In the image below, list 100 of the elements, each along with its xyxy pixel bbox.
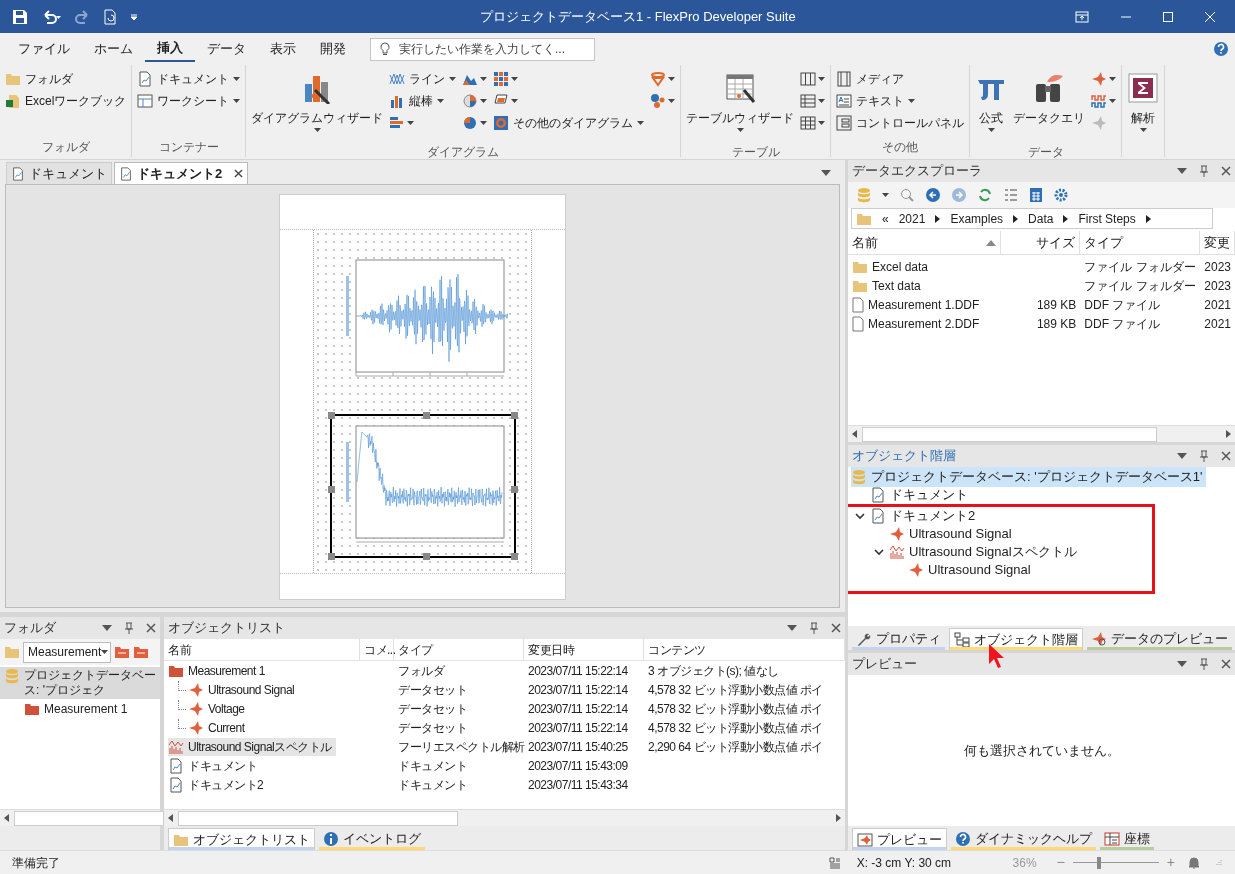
list-item[interactable]: ドキュメント2	[168, 775, 268, 794]
resize-handle[interactable]	[422, 412, 430, 419]
resize-handle[interactable]	[327, 553, 335, 560]
slider-thumb[interactable]	[1096, 856, 1101, 869]
breadcrumb-item[interactable]: 2021	[898, 209, 926, 228]
column-header[interactable]: サイズ	[1000, 231, 1081, 254]
pin-icon	[1199, 658, 1209, 670]
ribbon-button[interactable]: テーブルウィザード	[684, 68, 797, 142]
menu-tab[interactable]: データ	[195, 36, 258, 62]
breadcrumb-item[interactable]: Data	[1028, 209, 1054, 228]
resize-grip-icon	[1213, 857, 1223, 868]
file-name: Text data	[872, 277, 921, 295]
ribbon-button[interactable]: テキスト	[834, 90, 967, 112]
panel-tab[interactable]: ダイナミックヘルプ	[951, 828, 1096, 850]
column-header[interactable]: コンテンツ	[644, 639, 845, 660]
file-row[interactable]: Text data ファイル フォルダー 2023	[848, 276, 1235, 295]
ribbon-button[interactable]: データクエリ	[1011, 68, 1088, 142]
breadcrumb-bar[interactable]: « 2021 Examples Data First Steps	[851, 208, 1213, 229]
dropdown-icon	[787, 625, 797, 631]
folder-combobox[interactable]: Measurement	[23, 641, 111, 663]
horizontal-scrollbar[interactable]	[848, 425, 1235, 442]
file-row[interactable]: Measurement 2.DDF 189 KB DDF ファイル 2021	[848, 314, 1235, 333]
columns-icon	[800, 71, 817, 87]
list-item[interactable]: Measurement 1	[168, 661, 269, 680]
file-row[interactable]: Measurement 1.DDF 189 KB DDF ファイル 2021	[848, 295, 1235, 314]
ribbon-button[interactable]: 公式	[973, 68, 1010, 142]
grid-chart-icon	[493, 71, 510, 87]
tree-item[interactable]: Ultrasound Signal	[908, 560, 1035, 580]
column-header[interactable]: 名前	[848, 231, 1001, 254]
caret-icon	[1109, 99, 1117, 103]
panel-tab[interactable]: プレビュー	[852, 828, 947, 850]
panel-tab[interactable]: オブジェクトリスト	[168, 828, 315, 850]
breadcrumb-back[interactable]: «	[882, 209, 889, 228]
tree-item[interactable]: Ultrasound Signal	[889, 524, 1016, 544]
menu-tab[interactable]: 表示	[258, 36, 308, 62]
ribbon-button[interactable]: 解析	[1125, 68, 1162, 142]
tree-item[interactable]: ドキュメント	[870, 485, 972, 505]
database-icon	[851, 469, 867, 485]
file-icon	[852, 296, 864, 313]
column-header[interactable]: 変更	[1200, 231, 1235, 254]
ribbon-button[interactable]: メディア	[834, 68, 967, 90]
ribbon-button[interactable]: ダイアグラムウィザード	[249, 68, 386, 142]
menu-tab[interactable]: ファイル	[6, 36, 82, 62]
ribbon-button[interactable]: 縦棒	[387, 90, 459, 112]
ribbon-button[interactable]: その他のダイアグラム	[491, 112, 647, 134]
list-item[interactable]: ドキュメント	[168, 756, 261, 775]
menu-tab[interactable]: 開発	[308, 36, 358, 62]
panel-tab[interactable]: 座標	[1100, 828, 1154, 850]
resize-handle[interactable]	[327, 412, 335, 419]
tree-item[interactable]: Ultrasound Signalスペクトル	[889, 542, 1081, 562]
resize-handle[interactable]	[510, 412, 518, 419]
table-cell-text: 2023/07/11 15:22:14	[527, 719, 629, 737]
signal-icon	[188, 681, 204, 698]
tree-item[interactable]: プロジェクトデータベース: 'プロジェクトデータベース1'	[851, 467, 1207, 487]
menu-tab[interactable]: ホーム	[82, 36, 145, 62]
caret-icon	[987, 128, 995, 132]
resize-handle[interactable]	[510, 553, 518, 560]
column-header[interactable]: 変更日時	[524, 639, 644, 660]
menu-tab[interactable]: 挿入	[145, 36, 195, 62]
list-item[interactable]: Ultrasound Signalスペクトル	[168, 737, 336, 756]
document-tab[interactable]: ドキュメント	[6, 162, 112, 184]
breadcrumb-item[interactable]: Examples	[950, 209, 1004, 228]
zoom-slider[interactable]	[1072, 856, 1159, 869]
document-tab[interactable]: ドキュメント2	[114, 162, 249, 184]
table-cell-text: 3 オブジェクト(s); 値なし	[647, 662, 779, 680]
column-header[interactable]: タイプ	[394, 639, 524, 660]
list-item[interactable]: Current	[188, 718, 249, 737]
chart-frame[interactable]	[329, 414, 516, 558]
signal-icon	[857, 831, 873, 848]
signal-icon	[188, 700, 204, 717]
table-cell-text: フーリエスペクトル解析	[397, 738, 524, 756]
panel-tab[interactable]: プロパティ	[852, 628, 945, 650]
resize-handle[interactable]	[422, 553, 430, 560]
resize-handle[interactable]	[510, 486, 518, 493]
panel-tab[interactable]: データのプレビュー	[1087, 628, 1232, 650]
breadcrumb-item[interactable]: First Steps	[1078, 209, 1136, 228]
document-icon	[168, 757, 184, 774]
tree-item[interactable]: Measurement 1	[0, 699, 160, 718]
column-header[interactable]: コメ...	[360, 639, 394, 660]
ribbon-button[interactable]: フォルダ	[3, 68, 129, 90]
panel-tab[interactable]: イベントログ	[319, 828, 425, 850]
table-cell-text: ドキュメント	[397, 776, 468, 794]
tree-item[interactable]: プロジェクトデータベース: 'プロジェク	[0, 667, 160, 699]
column-header[interactable]: 名前	[164, 639, 360, 660]
coordinates-icon	[1104, 831, 1120, 847]
list-item[interactable]: Voltage	[188, 699, 249, 718]
column-header[interactable]: タイプ	[1080, 231, 1200, 254]
ribbon-button[interactable]: ワークシート	[135, 90, 243, 112]
help-icon	[955, 831, 971, 847]
horizontal-scrollbar[interactable]	[164, 809, 845, 826]
ribbon-button[interactable]: Excelワークブック	[3, 90, 129, 112]
ribbon-button[interactable]: ライン	[387, 68, 459, 90]
panel-tab[interactable]: オブジェクト階層	[949, 628, 1083, 650]
resize-handle[interactable]	[327, 486, 335, 493]
ribbon-button[interactable]: ドキュメント	[135, 68, 243, 90]
list-item[interactable]: Ultrasound Signal	[188, 680, 299, 699]
tree-item[interactable]: ドキュメント2	[870, 506, 980, 526]
ribbon-button[interactable]: コントロールパネル	[834, 112, 967, 134]
search-field[interactable]: 実行したい作業を入力してく...	[370, 37, 595, 61]
file-row[interactable]: Excel data ファイル フォルダー 2023	[848, 257, 1235, 276]
